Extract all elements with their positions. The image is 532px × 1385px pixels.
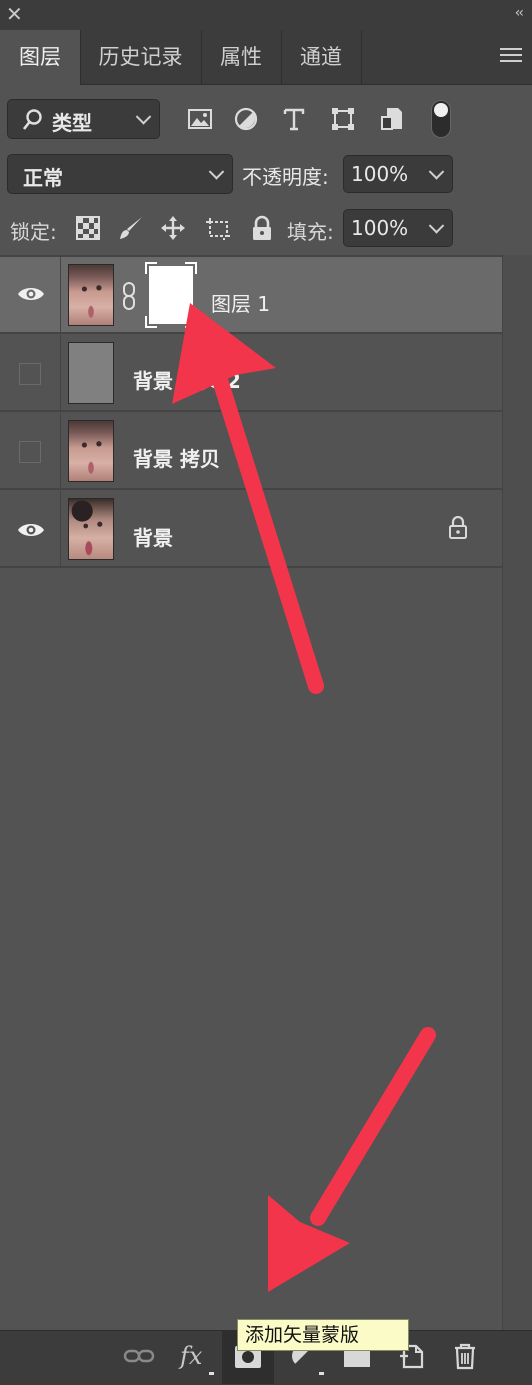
opacity-value: 100%	[351, 162, 409, 186]
chevron-down-icon	[428, 164, 445, 180]
lock-position-move-icon[interactable]	[159, 214, 187, 242]
type-layer-filter-icon[interactable]	[280, 105, 308, 133]
layer-name[interactable]: 图层 1	[211, 288, 270, 317]
link-layers-icon[interactable]	[123, 1340, 155, 1372]
eye-icon	[18, 288, 44, 300]
layer-row[interactable]: 背景	[0, 491, 502, 568]
fill-label: 填充:	[287, 220, 334, 244]
chevron-down-icon	[428, 218, 445, 234]
visibility-toggle[interactable]	[0, 257, 61, 332]
pixel-layer-filter-icon[interactable]	[186, 105, 214, 133]
trash-icon[interactable]	[449, 1340, 481, 1372]
visibility-toggle[interactable]	[0, 413, 61, 488]
toggle-knob	[434, 103, 448, 117]
blend-mode-select[interactable]: 正常	[7, 154, 233, 194]
lock-label: 锁定:	[10, 220, 57, 244]
annotation-arrows	[172, 303, 436, 1292]
tab-channels[interactable]: 通道	[281, 30, 362, 84]
layer-mask-thumbnail[interactable]	[145, 262, 197, 328]
fx-icon[interactable]: fx	[180, 1340, 212, 1372]
visibility-toggle[interactable]	[0, 491, 61, 566]
tab-properties[interactable]: 属性	[201, 30, 282, 84]
filter-kind-select[interactable]: 类型	[7, 99, 160, 139]
panel-top-strip	[0, 0, 532, 30]
tab-history[interactable]: 历史记录	[80, 30, 202, 84]
layer-row[interactable]: 背景 拷贝 2	[0, 335, 502, 412]
shape-layer-filter-icon[interactable]	[329, 105, 357, 133]
collapse-panel-icon[interactable]: ‹‹	[515, 5, 524, 21]
layer-thumbnail[interactable]	[68, 264, 114, 326]
lock-all-icon[interactable]	[248, 214, 276, 242]
filter-toggle-switch[interactable]	[431, 100, 451, 138]
chevron-down-icon	[135, 109, 152, 125]
tooltip: 添加矢量蒙版	[237, 1319, 409, 1351]
tab-bar: 图层 历史记录 属性 通道	[0, 30, 532, 85]
layer-name[interactable]: 背景 拷贝	[133, 443, 220, 472]
eye-icon	[18, 524, 44, 536]
close-icon[interactable]: ✕	[6, 2, 23, 26]
chain-link-icon[interactable]	[121, 281, 137, 311]
smart-object-filter-icon[interactable]	[378, 105, 406, 133]
tab-layers[interactable]: 图层	[0, 30, 81, 85]
fill-value: 100%	[351, 216, 409, 240]
lock-pixels-brush-icon[interactable]	[117, 214, 145, 242]
opacity-label: 不透明度:	[242, 165, 329, 189]
blend-mode-value: 正常	[23, 166, 63, 190]
layer-row[interactable]: 图层 1	[0, 257, 502, 334]
layer-thumbnail[interactable]	[68, 420, 114, 482]
dropdown-indicator	[209, 1372, 214, 1375]
layer-name[interactable]: 背景	[133, 522, 173, 551]
layer-thumbnail[interactable]	[68, 342, 114, 404]
hidden-visibility-box	[19, 441, 41, 463]
chevron-down-icon	[208, 164, 225, 180]
layer-name[interactable]: 背景 拷贝 2	[133, 365, 241, 394]
scrollbar-track[interactable]	[502, 255, 532, 1330]
dropdown-indicator	[319, 1372, 324, 1375]
annotation-arrow-down	[268, 1027, 436, 1292]
lock-artboard-icon[interactable]	[204, 214, 232, 242]
filter-kind-label: 类型	[52, 111, 92, 135]
opacity-input[interactable]: 100%	[343, 155, 453, 193]
search-icon	[22, 109, 42, 130]
fill-input[interactable]: 100%	[343, 209, 453, 247]
panel-menu-icon[interactable]	[500, 48, 522, 64]
lock-transparency-icon[interactable]	[74, 214, 102, 242]
hidden-visibility-box	[19, 363, 41, 385]
layer-row[interactable]: 背景 拷贝	[0, 413, 502, 490]
visibility-toggle[interactable]	[0, 335, 61, 410]
layer-thumbnail[interactable]	[68, 498, 114, 560]
adjustment-layer-filter-icon[interactable]	[232, 105, 260, 133]
lock-icon	[449, 516, 467, 539]
